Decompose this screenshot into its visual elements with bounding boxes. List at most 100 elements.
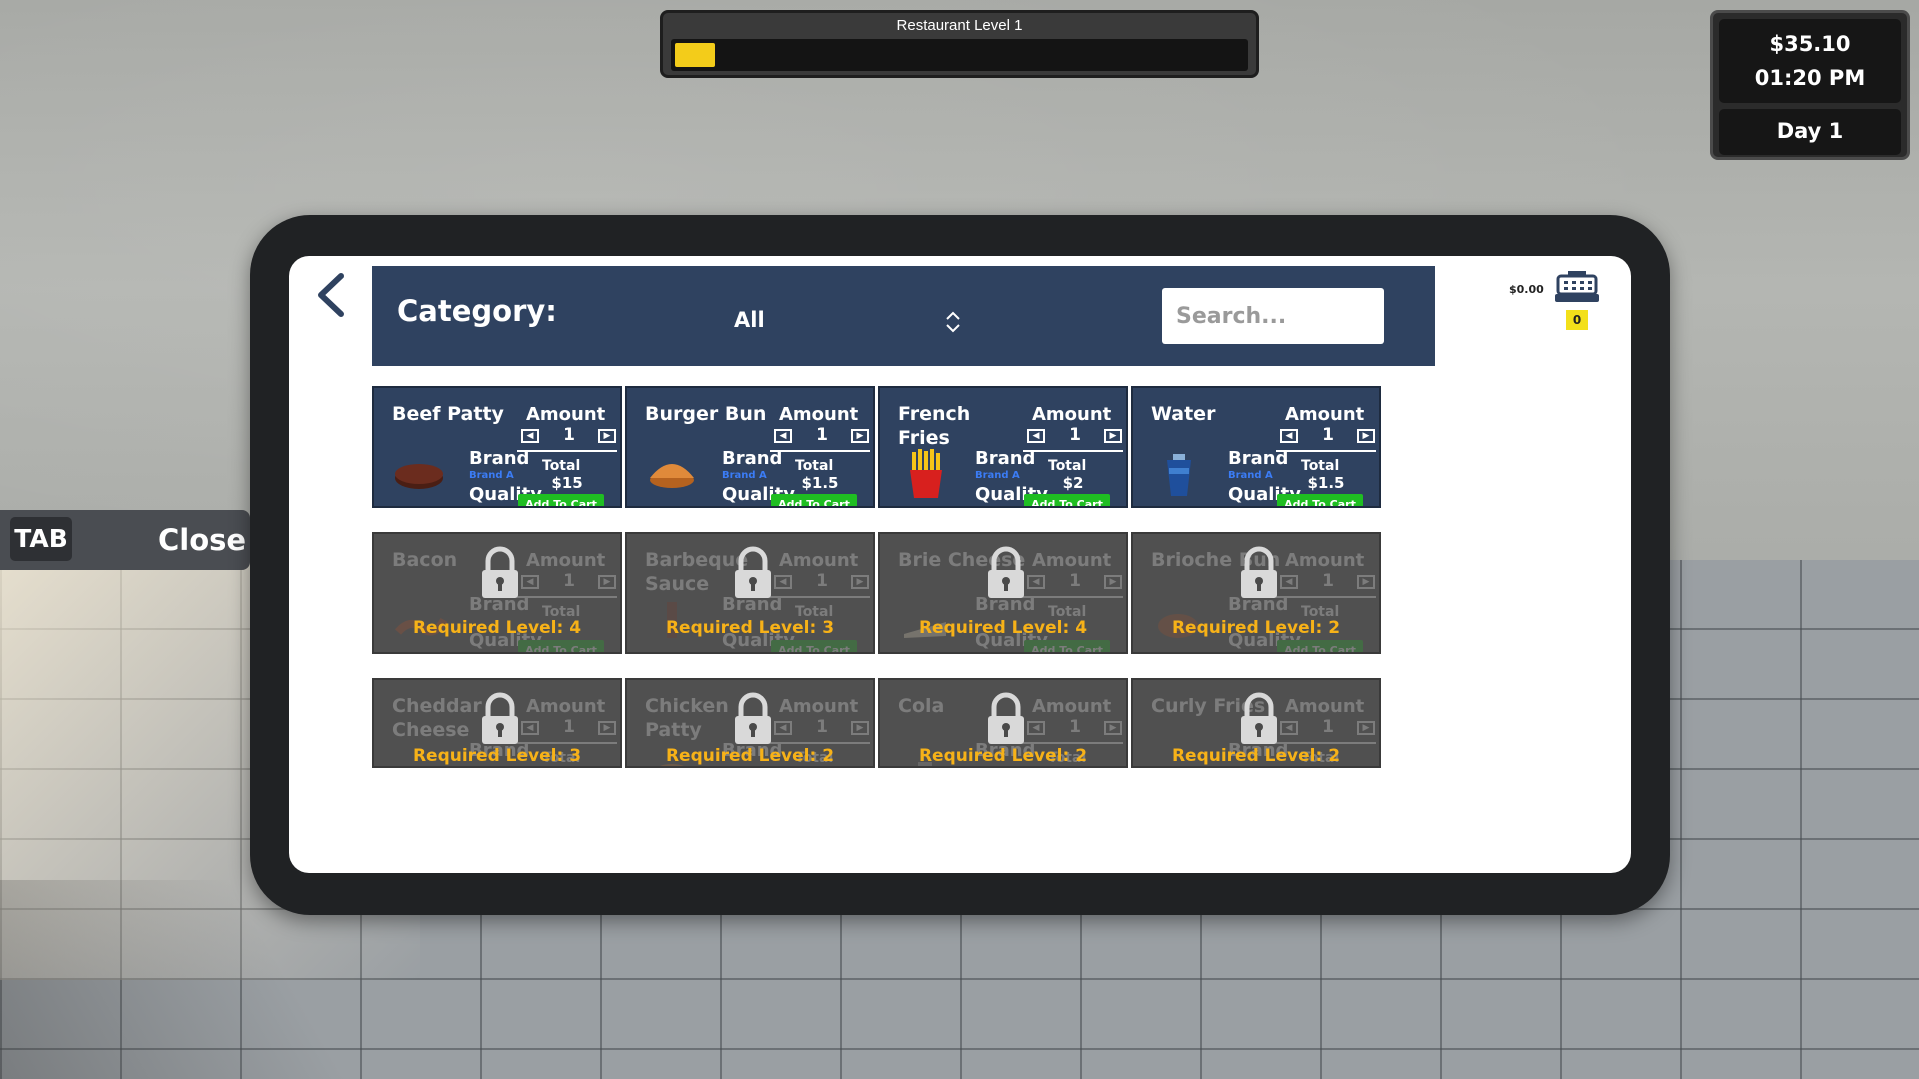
product-card[interactable]: Beef Patty Amount ◀ 1 ▶ Brand Brand A Qu… — [372, 386, 622, 508]
increase-arrow-icon[interactable]: ▶ — [1104, 721, 1122, 735]
decrease-arrow-icon[interactable]: ◀ — [521, 575, 539, 589]
decrease-arrow-icon[interactable]: ◀ — [1027, 721, 1045, 735]
add-to-cart-button: Add To Cart — [518, 640, 604, 652]
quantity-stepper[interactable]: ◀ 1 ▶ — [1280, 571, 1375, 592]
quantity-value: 1 — [816, 571, 828, 591]
increase-arrow-icon[interactable]: ▶ — [598, 429, 616, 443]
amount-divider — [517, 596, 617, 598]
quantity-value: 1 — [1069, 571, 1081, 591]
padlock-icon — [1241, 692, 1277, 744]
amount-divider — [770, 450, 870, 452]
required-level-text: Required Level: 3 — [374, 746, 620, 766]
product-card-content: Burger Bun Amount ◀ 1 ▶ Brand Brand A Qu… — [627, 388, 873, 506]
cash-register-icon[interactable] — [1554, 270, 1600, 304]
decrease-arrow-icon[interactable]: ◀ — [1027, 575, 1045, 589]
add-to-cart-button: Add To Cart — [771, 640, 857, 652]
quantity-stepper[interactable]: ◀ 1 ▶ — [521, 425, 616, 446]
quantity-stepper[interactable]: ◀ 1 ▶ — [521, 717, 616, 738]
decrease-arrow-icon[interactable]: ◀ — [774, 721, 792, 735]
quantity-stepper[interactable]: ◀ 1 ▶ — [1027, 571, 1122, 592]
product-name: Burger Bun — [645, 403, 767, 425]
increase-arrow-icon[interactable]: ▶ — [1104, 575, 1122, 589]
up-down-arrow-icon — [946, 311, 960, 333]
product-card: Cola Amount ◀ 1 ▶ Brand Quality Total Ad… — [878, 678, 1128, 768]
decrease-arrow-icon[interactable]: ◀ — [1280, 721, 1298, 735]
amount-divider — [517, 450, 617, 452]
quantity-value: 1 — [1069, 425, 1081, 445]
quantity-value: 1 — [1069, 717, 1081, 737]
increase-arrow-icon[interactable]: ▶ — [1357, 429, 1375, 443]
brand-label: Brand — [722, 448, 783, 469]
quantity-stepper[interactable]: ◀ 1 ▶ — [1280, 717, 1375, 738]
quantity-value: 1 — [563, 425, 575, 445]
increase-arrow-icon[interactable]: ▶ — [1357, 721, 1375, 735]
restaurant-level-title: Restaurant Level 1 — [896, 17, 1023, 34]
amount-divider — [770, 742, 870, 744]
add-to-cart-button[interactable]: Add To Cart — [518, 494, 604, 506]
fries-icon — [910, 449, 942, 498]
decrease-arrow-icon[interactable]: ◀ — [521, 721, 539, 735]
required-level-prefix: Required Level: — [665, 618, 823, 638]
stats-panel: $35.10 01:20 PM Day 1 — [1710, 10, 1910, 160]
restaurant-level-panel: Restaurant Level 1 — [660, 10, 1259, 78]
padlock-icon — [1241, 546, 1277, 598]
category-selected-value: All — [734, 308, 765, 332]
quantity-stepper[interactable]: ◀ 1 ▶ — [774, 425, 869, 446]
add-to-cart-button[interactable]: Add To Cart — [1277, 494, 1363, 506]
required-level-text: Required Level: 4 — [374, 618, 620, 638]
increase-arrow-icon[interactable]: ▶ — [851, 575, 869, 589]
brand-label: Brand — [1228, 448, 1289, 469]
amount-label: Amount — [779, 696, 859, 717]
product-card[interactable]: Water Amount ◀ 1 ▶ Brand Brand A Quality… — [1131, 386, 1381, 508]
required-level-value: 4 — [1075, 618, 1088, 638]
product-card[interactable]: Burger Bun Amount ◀ 1 ▶ Brand Brand A Qu… — [625, 386, 875, 508]
quantity-stepper[interactable]: ◀ 1 ▶ — [1280, 425, 1375, 446]
padlock-icon — [482, 692, 518, 744]
required-level-prefix: Required Level: — [412, 618, 570, 638]
quantity-stepper[interactable]: ◀ 1 ▶ — [774, 717, 869, 738]
quantity-stepper[interactable]: ◀ 1 ▶ — [1027, 717, 1122, 738]
level-progress-track — [671, 39, 1248, 71]
add-to-cart-button: Add To Cart — [1277, 640, 1363, 652]
cart-count-badge: 0 — [1566, 310, 1588, 330]
amount-label: Amount — [526, 404, 606, 425]
add-to-cart-button[interactable]: Add To Cart — [771, 494, 857, 506]
tab-key-badge: TAB — [10, 517, 72, 561]
increase-arrow-icon[interactable]: ▶ — [1357, 575, 1375, 589]
decrease-arrow-icon[interactable]: ◀ — [521, 429, 539, 443]
close-hint[interactable]: TAB Close — [0, 510, 250, 570]
amount-label: Amount — [779, 404, 859, 425]
required-level-prefix: Required Level: — [1171, 746, 1329, 766]
amount-label: Amount — [1285, 550, 1365, 571]
back-arrow-icon[interactable] — [313, 270, 349, 320]
amount-label: Amount — [526, 550, 606, 571]
quantity-value: 1 — [816, 425, 828, 445]
increase-arrow-icon[interactable]: ▶ — [851, 429, 869, 443]
quantity-stepper[interactable]: ◀ 1 ▶ — [521, 571, 616, 592]
product-name: French Fries — [898, 403, 971, 449]
increase-arrow-icon[interactable]: ▶ — [598, 575, 616, 589]
amount-divider — [1023, 742, 1123, 744]
decrease-arrow-icon[interactable]: ◀ — [774, 429, 792, 443]
decrease-arrow-icon[interactable]: ◀ — [774, 575, 792, 589]
product-card[interactable]: French Fries Amount ◀ 1 ▶ Brand Brand A … — [878, 386, 1128, 508]
product-card: Barbeque Sauce Amount ◀ 1 ▶ Brand Qualit… — [625, 532, 875, 654]
add-to-cart-button[interactable]: Add To Cart — [1024, 494, 1110, 506]
increase-arrow-icon[interactable]: ▶ — [1104, 429, 1122, 443]
decrease-arrow-icon[interactable]: ◀ — [1027, 429, 1045, 443]
stock-count: x10 — [404, 506, 437, 508]
decrease-arrow-icon[interactable]: ◀ — [1280, 429, 1298, 443]
category-label: Category: — [397, 294, 557, 328]
product-card: Brie Cheese Amount ◀ 1 ▶ Brand Quality G… — [878, 532, 1128, 654]
category-dropdown[interactable]: All — [572, 294, 972, 344]
add-to-cart-button: Add To Cart — [1024, 640, 1110, 652]
quantity-value: 1 — [563, 717, 575, 737]
increase-arrow-icon[interactable]: ▶ — [851, 721, 869, 735]
amount-divider — [517, 742, 617, 744]
decrease-arrow-icon[interactable]: ◀ — [1280, 575, 1298, 589]
quantity-stepper[interactable]: ◀ 1 ▶ — [1027, 425, 1122, 446]
quantity-stepper[interactable]: ◀ 1 ▶ — [774, 571, 869, 592]
search-input[interactable] — [1162, 288, 1384, 344]
cart-total: $0.00 — [1509, 283, 1544, 296]
increase-arrow-icon[interactable]: ▶ — [598, 721, 616, 735]
